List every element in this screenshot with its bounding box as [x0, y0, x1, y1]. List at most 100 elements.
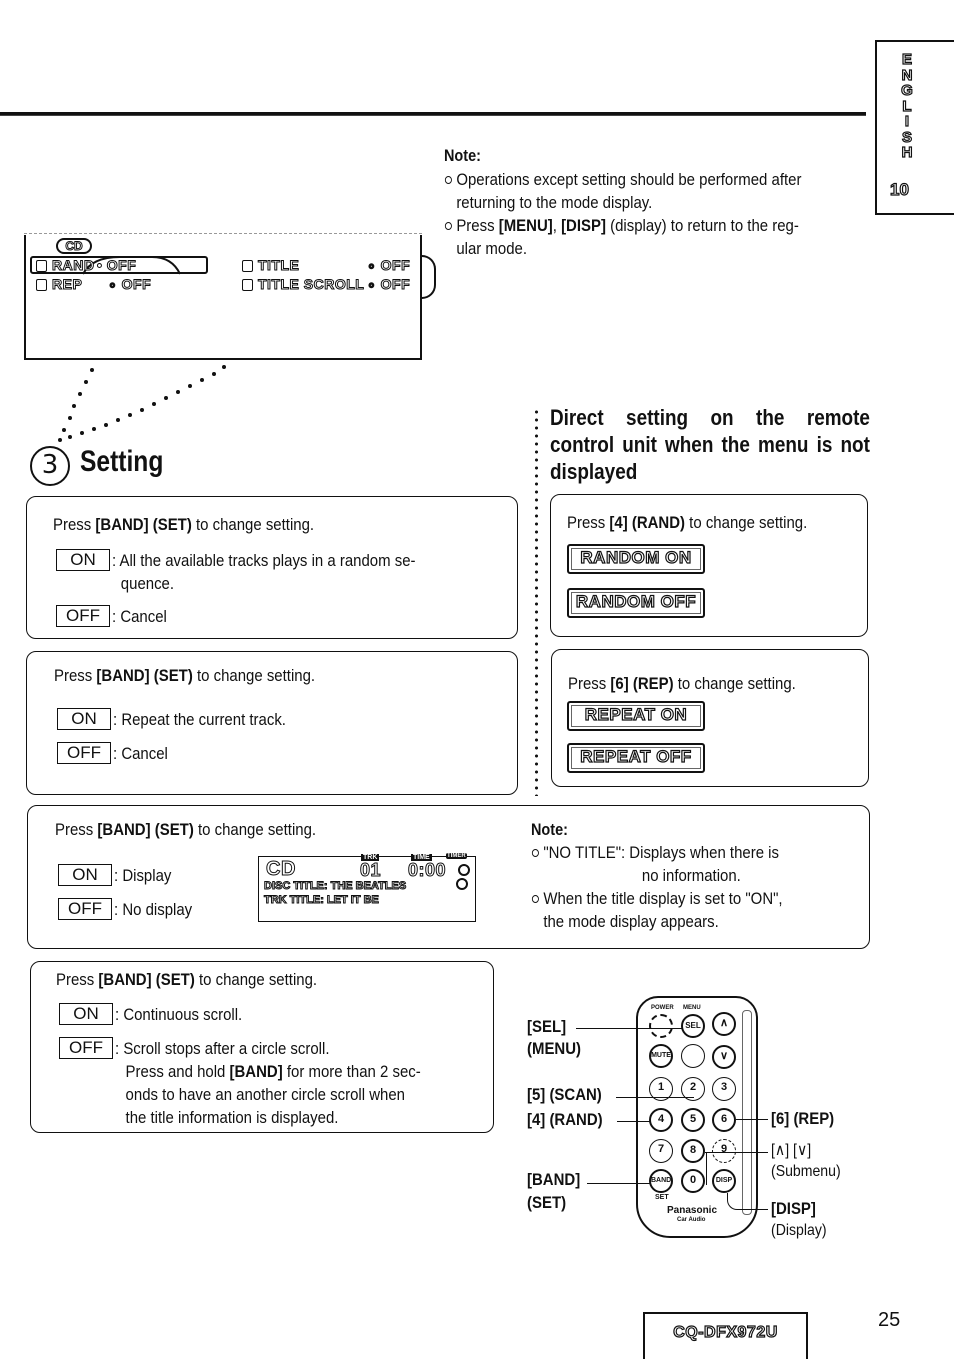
press-instruction: Press [BAND] (SET) to change setting.	[55, 820, 317, 839]
column-divider	[535, 408, 538, 796]
leader-line	[576, 1028, 682, 1029]
rand-value: • OFF	[96, 257, 137, 274]
checkbox-icon	[36, 279, 47, 292]
tab-letter: I	[904, 113, 910, 130]
lcd-cd: CD	[266, 858, 296, 881]
on-tag: ON	[59, 1003, 113, 1025]
lcd-top-edge	[24, 233, 422, 234]
off-tag: OFF	[58, 898, 112, 920]
menu-item-title-scroll[interactable]: TITLE SCROLL	[242, 276, 364, 293]
function-button[interactable]	[681, 1044, 705, 1068]
lcd-repeat-on: REPEAT ON	[567, 701, 705, 731]
step-number-badge: 3	[30, 446, 70, 486]
page-number: 25	[878, 1309, 901, 1331]
note-item: Operations except setting should be perf…	[444, 168, 875, 214]
note-title: Note:	[531, 820, 568, 839]
remote-side-grip	[742, 1010, 752, 1215]
option-desc: : All the available tracks plays in a ra…	[112, 551, 416, 570]
note-line: returning to the mode display.	[456, 193, 653, 212]
brand-logo: Panasonic	[667, 1205, 718, 1216]
lcd-random-off: RANDOM OFF	[567, 588, 705, 618]
title-note: Note: "NO TITLE": Displays when there is…	[531, 820, 871, 933]
leader-line	[705, 1152, 768, 1153]
disc-icon	[458, 864, 470, 876]
option-desc: : Scroll stops after a circle scroll.	[115, 1039, 330, 1058]
leader-line	[706, 1152, 707, 1185]
label-rand: [4] (RAND)	[527, 1110, 603, 1129]
press-instruction: Press [BAND] (SET) to change setting.	[56, 970, 318, 989]
option-desc: : Repeat the current track.	[113, 710, 286, 729]
option-desc: : Cancel	[113, 744, 168, 763]
note-line: Operations except setting should be perf…	[456, 170, 802, 189]
note-line: Press [MENU], [DISP] (display) to return…	[456, 216, 799, 235]
key-3[interactable]: 3	[712, 1077, 736, 1101]
lcd-track-title: TRK TITLE: LET IT BE	[264, 894, 380, 907]
key-5-scan[interactable]: 5	[681, 1108, 705, 1132]
leader-line	[617, 1121, 650, 1122]
remote-rep-box: Press [6] (REP) to change setting. REPEA…	[551, 649, 869, 787]
leader-line	[587, 1183, 650, 1184]
section-title: Setting	[80, 445, 164, 478]
option-on: ON : Display	[58, 864, 179, 887]
rand-setting-box: Press [BAND] (SET) to change setting. ON…	[26, 496, 518, 639]
note-line: the mode display appears.	[543, 912, 719, 931]
option-desc: : Continuous scroll.	[115, 1005, 243, 1024]
lcd-track: 01	[359, 860, 382, 881]
option-desc: onds to have an another circle scroll wh…	[125, 1085, 405, 1104]
leader-line	[736, 1119, 768, 1120]
option-desc: : No display	[114, 900, 193, 919]
label-set: (SET)	[527, 1193, 567, 1212]
lcd-repeat-off: REPEAT OFF	[567, 743, 705, 773]
on-tag: ON	[58, 864, 112, 886]
lcd-time: 0:00	[407, 860, 447, 881]
option-desc: : Cancel	[112, 607, 167, 626]
set-key-label: SET	[655, 1194, 669, 1201]
press-instruction: Press [BAND] (SET) to change setting.	[53, 515, 315, 534]
menu-item-rand[interactable]: RAND	[36, 257, 94, 274]
key-9[interactable]: 9	[712, 1139, 736, 1163]
menu-item-title[interactable]: TITLE	[242, 257, 299, 274]
lcd-bracket	[422, 255, 436, 299]
section-page-number: 10	[889, 179, 909, 199]
down-button[interactable]: ∨	[712, 1045, 736, 1069]
option-on: ON : Continuous scroll.	[59, 1003, 260, 1026]
key-6-rep[interactable]: 6	[712, 1108, 736, 1132]
band-button[interactable]: BAND	[649, 1169, 673, 1193]
tab-letter: E	[901, 51, 912, 68]
press-instruction: Press [BAND] (SET) to change setting.	[54, 666, 316, 685]
key-0[interactable]: 0	[681, 1169, 705, 1193]
option-off: OFF : Cancel	[56, 605, 174, 628]
title-scroll-value: ∘ OFF	[366, 276, 411, 293]
up-button[interactable]: ∧	[712, 1012, 736, 1036]
note-line: When the title display is set to "ON",	[543, 889, 783, 908]
on-tag: ON	[57, 708, 111, 730]
press-instruction: Press [6] (REP) to change setting.	[568, 674, 796, 693]
scroll-setting-box: Press [BAND] (SET) to change setting. ON…	[30, 961, 494, 1133]
key-4-rand[interactable]: 4	[649, 1108, 673, 1132]
key-8[interactable]: 8	[681, 1139, 705, 1163]
label-submenu: (Submenu)	[771, 1163, 841, 1180]
off-tag: OFF	[56, 605, 110, 627]
cd-indicator: CD	[56, 238, 92, 254]
tab-letter: N	[901, 66, 913, 84]
disc-icon	[456, 878, 468, 890]
menu-item-rep[interactable]: REP	[36, 276, 82, 293]
option-off: OFF : No display	[58, 898, 203, 921]
key-7[interactable]: 7	[649, 1139, 673, 1163]
power-button[interactable]	[649, 1014, 673, 1038]
label-sel: [SEL]	[527, 1017, 567, 1036]
checkbox-icon	[36, 260, 47, 273]
press-instruction: Press [4] (RAND) to change setting.	[567, 513, 808, 532]
option-on: ON : All the available tracks plays in a…	[56, 549, 516, 595]
checkbox-icon	[242, 279, 253, 292]
note-title: Note:	[444, 146, 481, 165]
note-line: "NO TITLE": Displays when there is	[543, 843, 779, 862]
option-desc: : Display	[114, 866, 172, 885]
lcd-corner-label: TIMER	[446, 853, 467, 859]
option-off: OFF : Cancel	[57, 742, 175, 765]
sel-button[interactable]: SEL	[681, 1014, 705, 1038]
off-tag: OFF	[59, 1037, 113, 1059]
disp-button[interactable]: DISP	[712, 1169, 736, 1193]
option-desc: the title information is displayed.	[125, 1108, 339, 1127]
mute-button[interactable]: MUTE	[649, 1044, 673, 1068]
